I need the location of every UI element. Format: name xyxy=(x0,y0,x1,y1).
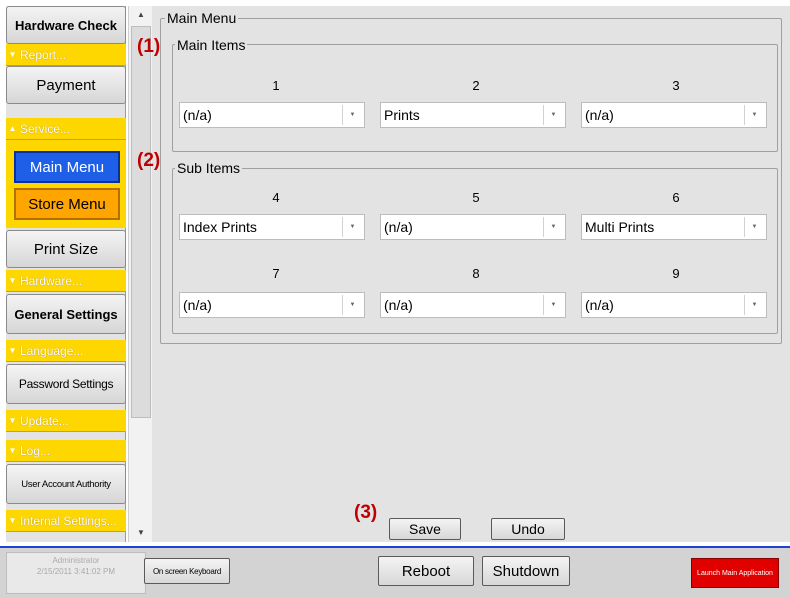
annotation-2: (2) xyxy=(137,150,161,171)
column-number: 1 xyxy=(272,78,280,93)
status-bar: Administrator 2/15/2011 3:41:02 PM On sc… xyxy=(0,546,790,598)
column-number: 5 xyxy=(472,190,480,205)
sidebar-scrollbar[interactable]: ▲ ▼ xyxy=(128,6,152,542)
sidebar-item-general-settings[interactable]: General Settings xyxy=(6,294,126,334)
save-button[interactable]: Save xyxy=(389,518,461,540)
sub-item-9-select[interactable]: (n/a) ▼ xyxy=(581,292,767,318)
sidebar-category-language[interactable]: ▼ Language... xyxy=(6,340,126,362)
column-number: 2 xyxy=(472,78,480,93)
dropdown-arrow-icon[interactable]: ▼ xyxy=(543,295,563,315)
user-name: Administrator xyxy=(52,556,100,565)
sidebar-category-label: Service... xyxy=(20,121,71,136)
dropdown-arrow-icon[interactable]: ▼ xyxy=(744,217,764,237)
sidebar-item-main-menu[interactable]: Main Menu xyxy=(14,151,120,183)
column-number: 8 xyxy=(472,266,480,281)
sidebar-item-password-settings[interactable]: Password Settings xyxy=(6,364,126,404)
dropdown-arrow-icon[interactable]: ▼ xyxy=(342,105,362,125)
sidebar-category-hardware[interactable]: ▼ Hardware... xyxy=(6,270,126,292)
sidebar-item-user-account-authority[interactable]: User Account Authority xyxy=(6,464,126,504)
sidebar-category-internal-settings[interactable]: ▼ Internal Settings... xyxy=(6,510,126,532)
select-value: (n/a) xyxy=(384,297,413,313)
sub-item-8-select[interactable]: (n/a) ▼ xyxy=(380,292,566,318)
column-number: 9 xyxy=(672,266,680,281)
dropdown-arrow-icon[interactable]: ▼ xyxy=(744,295,764,315)
chevron-down-icon: ▼ xyxy=(8,346,17,355)
select-value: Index Prints xyxy=(183,219,257,235)
column-number: 4 xyxy=(272,190,280,205)
sidebar-category-label: Hardware... xyxy=(20,273,83,288)
sub-item-5-select[interactable]: (n/a) ▼ xyxy=(380,214,566,240)
sidebar-category-update[interactable]: ▼ Update... xyxy=(6,410,126,432)
chevron-down-icon: ▼ xyxy=(8,446,17,455)
select-value: (n/a) xyxy=(183,297,212,313)
select-value: (n/a) xyxy=(585,107,614,123)
chevron-down-icon: ▼ xyxy=(8,50,17,59)
sidebar-category-service[interactable]: ▲ Service... xyxy=(6,118,126,140)
select-value: (n/a) xyxy=(384,219,413,235)
main-items-group xyxy=(172,44,778,152)
select-value: (n/a) xyxy=(585,297,614,313)
annotation-1: (1) xyxy=(137,36,161,57)
select-value: (n/a) xyxy=(183,107,212,123)
chevron-down-icon: ▼ xyxy=(8,516,17,525)
sub-item-6-select[interactable]: Multi Prints ▼ xyxy=(581,214,767,240)
on-screen-keyboard-button[interactable]: On screen Keyboard xyxy=(144,558,230,584)
sidebar-category-report[interactable]: ▼ Report... xyxy=(6,44,126,66)
dropdown-arrow-icon[interactable]: ▼ xyxy=(543,217,563,237)
select-value: Multi Prints xyxy=(585,219,655,235)
sidebar-item-print-size[interactable]: Print Size xyxy=(6,230,126,268)
sidebar-category-label: Language... xyxy=(20,343,84,358)
scroll-up-arrow-icon[interactable]: ▲ xyxy=(129,6,153,24)
main-menu-title: Main Menu xyxy=(165,10,239,26)
sidebar-category-label: Log... xyxy=(20,443,51,458)
main-item-2-select[interactable]: Prints ▼ xyxy=(380,102,566,128)
chevron-up-icon: ▲ xyxy=(8,124,17,133)
main-item-1-select[interactable]: (n/a) ▼ xyxy=(179,102,365,128)
sidebar-category-log[interactable]: ▼ Log... xyxy=(6,440,126,462)
datetime: 2/15/2011 3:41:02 PM xyxy=(36,567,116,576)
sidebar-item-payment[interactable]: Payment xyxy=(6,66,126,104)
scrollbar-thumb[interactable] xyxy=(131,26,151,418)
sidebar-category-label: Internal Settings... xyxy=(20,513,117,528)
dropdown-arrow-icon[interactable]: ▼ xyxy=(744,105,764,125)
scroll-down-arrow-icon[interactable]: ▼ xyxy=(129,524,153,542)
sidebar-item-hardware-check[interactable]: Hardware Check xyxy=(6,6,126,44)
shutdown-button[interactable]: Shutdown xyxy=(482,556,570,586)
main-item-3-select[interactable]: (n/a) ▼ xyxy=(581,102,767,128)
select-value: Prints xyxy=(384,107,420,123)
sidebar-category-label: Report... xyxy=(20,47,67,62)
sidebar-category-label: Update... xyxy=(20,413,69,428)
dropdown-arrow-icon[interactable]: ▼ xyxy=(342,295,362,315)
column-number: 7 xyxy=(272,266,280,281)
sub-item-4-select[interactable]: Index Prints ▼ xyxy=(179,214,365,240)
chevron-down-icon: ▼ xyxy=(8,416,17,425)
column-number: 3 xyxy=(672,78,680,93)
main-items-label: Main Items xyxy=(175,37,248,53)
user-info: Administrator 2/15/2011 3:41:02 PM xyxy=(6,552,146,594)
launch-main-application-button[interactable]: Launch Main Application xyxy=(691,558,779,588)
sub-item-7-select[interactable]: (n/a) ▼ xyxy=(179,292,365,318)
dropdown-arrow-icon[interactable]: ▼ xyxy=(543,105,563,125)
sidebar: Hardware Check ▼ Report... Payment ▲ Ser… xyxy=(6,6,126,542)
reboot-button[interactable]: Reboot xyxy=(378,556,474,586)
sub-items-label: Sub Items xyxy=(175,160,243,176)
dropdown-arrow-icon[interactable]: ▼ xyxy=(342,217,362,237)
undo-button[interactable]: Undo xyxy=(491,518,565,540)
chevron-down-icon: ▼ xyxy=(8,276,17,285)
column-number: 6 xyxy=(672,190,680,205)
annotation-3: (3) xyxy=(354,502,378,523)
sidebar-item-store-menu[interactable]: Store Menu xyxy=(14,188,120,220)
